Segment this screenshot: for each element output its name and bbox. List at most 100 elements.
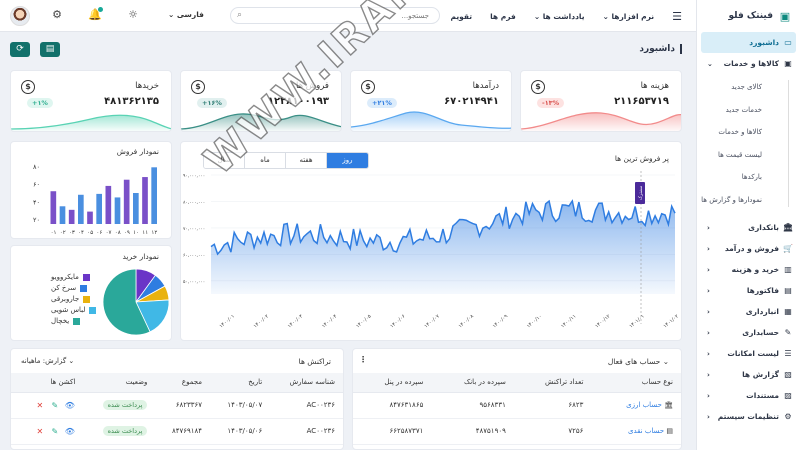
sidebar-item-10[interactable]: ▨ مستندات ‹ [697, 385, 800, 406]
top-menu: ☰ نرم افزارها ⌄ یادداشت ها ⌄ فرم ها تقوی… [450, 0, 682, 32]
y-tick-label: ۶۰,۰۰۰,۰۰۰ [183, 253, 205, 258]
sales-bar[interactable] [142, 177, 148, 224]
more-vertical-icon[interactable]: ⋮ [359, 355, 367, 364]
sidebar-subitem[interactable]: کالاها و خدمات [697, 121, 800, 144]
stat-card[interactable]: درآمدها ۶۷۰۲۱۴۹۴۱ $ +۲۱% [350, 70, 512, 132]
search-input[interactable] [249, 8, 429, 23]
report-period-select[interactable]: گزارش: ماهیانه ⌄ [21, 357, 74, 365]
menu-apps[interactable]: نرم افزارها ⌄ [603, 12, 655, 21]
language-select[interactable]: ⌄ فارسی [168, 10, 204, 19]
col-transaction-count[interactable]: تعداد تراکنش [513, 373, 592, 393]
menu-forms[interactable]: فرم ها [490, 12, 516, 21]
theme-sun-icon[interactable]: ☼ [126, 8, 140, 22]
legend-label: جاروبرقی [51, 295, 80, 303]
col-panel-deposit[interactable]: سپرده در پنل [353, 373, 432, 393]
sidebar-subitem[interactable]: کالای جدید [697, 76, 800, 99]
sidebar-item-label: انبارداری [745, 307, 779, 316]
sidebar-item-4[interactable]: ▥ خرید و هزینه ‹ [697, 259, 800, 280]
refresh-button[interactable]: ⟳ [10, 42, 30, 57]
legend-item[interactable]: لباس شویی [51, 306, 97, 314]
sales-bar[interactable] [59, 206, 66, 224]
col-bank-deposit[interactable]: سپرده در بانک [431, 373, 514, 393]
sidebar-item-5[interactable]: ▤ فاکتورها ‹ [697, 280, 800, 301]
avatar[interactable] [10, 6, 30, 26]
account-type[interactable]: حساب نقدی [628, 427, 664, 435]
topbar: ⚙ 🔔 ☼ ⌄ فارسی ⌕ ☰ نرم افزارها ⌄ یادداشت … [0, 0, 696, 32]
marker-label: مشترک [638, 185, 644, 200]
col-account-type[interactable]: نوع حساب [591, 373, 681, 393]
sales-bar[interactable] [133, 193, 139, 224]
sidebar-subitem[interactable]: لیست قیمت ها [697, 144, 800, 167]
sales-bar[interactable] [68, 209, 75, 224]
stat-card[interactable]: فروش ها ۱۲۲۸۱۰۰۱۹۳ $ +۱۶% [180, 70, 342, 132]
monitor-icon: ▭ [784, 38, 792, 47]
sidebar-item-11[interactable]: ⚙ تنظیمات سیستم ‹ [697, 406, 800, 427]
view-icon[interactable]: 👁 [64, 427, 75, 436]
stat-title: هزینه ها [640, 81, 669, 91]
delete-icon[interactable]: ✕ [34, 427, 45, 436]
edit-icon[interactable]: ✎ [49, 427, 60, 436]
sidebar-item-2[interactable]: 🏛 بانکداری ‹ [697, 217, 800, 238]
table-row[interactable]: ▤ حساب نقدی ۷۲۵۶ ۴۸۷۵۱۹۰۹ ۶۶۲۵۸۷۳۷۱ [353, 418, 681, 445]
x-tick-label: ۱۰ [133, 230, 139, 236]
stat-card[interactable]: هزینه ها ۲۱۱۶۵۳۷۱۹ $ -۱۳% [520, 70, 682, 132]
sidebar-item-0[interactable]: ▭ داشبورد [701, 32, 796, 53]
search-box[interactable]: ⌕ [230, 7, 440, 24]
sales-bar[interactable] [114, 197, 121, 224]
legend-item[interactable]: جاروبرقی [51, 295, 91, 303]
sidebar-item-7[interactable]: ✎ حسابداری ‹ [697, 322, 800, 343]
list-icon: ☰ [784, 349, 792, 358]
sidebar-item-1[interactable]: ▣ کالاها و خدمات ⌄ [697, 53, 800, 74]
order-date: ۱۴۰۳/۰۵/۰۷ [210, 392, 271, 419]
hamburger-icon[interactable]: ☰ [672, 10, 682, 23]
calendar-button[interactable]: ▤ [40, 42, 60, 57]
sidebar-subitem[interactable]: نمودارها و گزارش ها [697, 189, 800, 212]
menu-notes[interactable]: یادداشت ها ⌄ [534, 12, 585, 21]
sales-bar[interactable] [151, 167, 157, 224]
report-icon: ▧ [784, 370, 792, 379]
col-date[interactable]: تاریخ [210, 373, 271, 393]
col-total[interactable]: مجموع [155, 373, 211, 393]
table-row[interactable]: 🏛 حساب ارزی ۶۸۲۳ ۹۵۶۸۳۳۱ ۸۴۷۶۳۱۸۶۵ [353, 392, 681, 419]
sales-bar[interactable] [96, 193, 102, 224]
sidebar-item-8[interactable]: ☰ لیست امکانات ‹ [697, 343, 800, 364]
sales-bar[interactable] [87, 211, 93, 224]
brand[interactable]: فینتک فلو ▣ [697, 0, 800, 32]
x-tick-label: ۰۷ [106, 230, 112, 236]
sales-bar[interactable] [105, 185, 112, 224]
sales-bar[interactable] [123, 179, 130, 224]
x-tick-label: ۱۴۰۰/۰۸ [458, 313, 476, 329]
chevron-down-icon: ⌄ [707, 59, 713, 68]
accounts-title: حساب های فعال ⌄ [607, 357, 669, 366]
account-type[interactable]: حساب ارزی [626, 401, 662, 409]
sales-bar[interactable] [50, 191, 57, 224]
stat-title: خریدها [135, 81, 159, 91]
legend-item[interactable]: یخچال [51, 317, 81, 325]
table-row[interactable]: AC۰۰۲۳۶ ۱۴۰۳/۰۵/۰۶ ۸۴۷۶۹۱۸۴ پرداخت شده 👁… [11, 418, 343, 445]
table-row[interactable]: AC۰۰۲۳۶ ۱۴۰۳/۰۵/۰۷ ۶۸۲۳۳۶۷ پرداخت شده 👁 ✎… [11, 392, 343, 419]
col-status[interactable]: وضعیت [83, 373, 156, 393]
sidebar-item-3[interactable]: 🛒 فروش و درآمد ‹ [697, 238, 800, 259]
col-order-id[interactable]: شناسه سفارش [270, 373, 343, 393]
col-actions[interactable]: اکشن ها [11, 373, 84, 393]
order-id: AC۰۰۲۳۶ [270, 392, 343, 419]
sidebar-subitem[interactable]: خدمات جدید [697, 99, 800, 122]
edit-icon[interactable]: ✎ [49, 401, 60, 410]
docs-icon: ▨ [784, 391, 792, 400]
dollar-icon: $ [191, 80, 205, 94]
sidebar-item-6[interactable]: ▦ انبارداری ‹ [697, 301, 800, 322]
view-icon[interactable]: 👁 [64, 401, 75, 410]
status-badge: پرداخت شده [102, 426, 148, 436]
gear-icon[interactable]: ⚙ [50, 8, 64, 22]
legend-item[interactable]: سرخ کن [51, 284, 88, 292]
sidebar-item-label: خرید و هزینه [731, 265, 779, 274]
sidebar-subitem[interactable]: بارکدها [697, 166, 800, 189]
sidebar-item-9[interactable]: ▧ گزارش ها ‹ [697, 364, 800, 385]
legend-item[interactable]: مایکروویو [51, 273, 90, 281]
sales-bar[interactable] [78, 194, 84, 224]
bell-icon[interactable]: 🔔 [88, 7, 103, 22]
order-id: AC۰۰۲۳۶ [270, 418, 343, 445]
stat-card[interactable]: خریدها ۴۸۱۳۶۲۱۳۵ $ +۱% [10, 70, 172, 132]
menu-calendar[interactable]: تقویم [450, 12, 472, 21]
delete-icon[interactable]: ✕ [34, 401, 45, 410]
